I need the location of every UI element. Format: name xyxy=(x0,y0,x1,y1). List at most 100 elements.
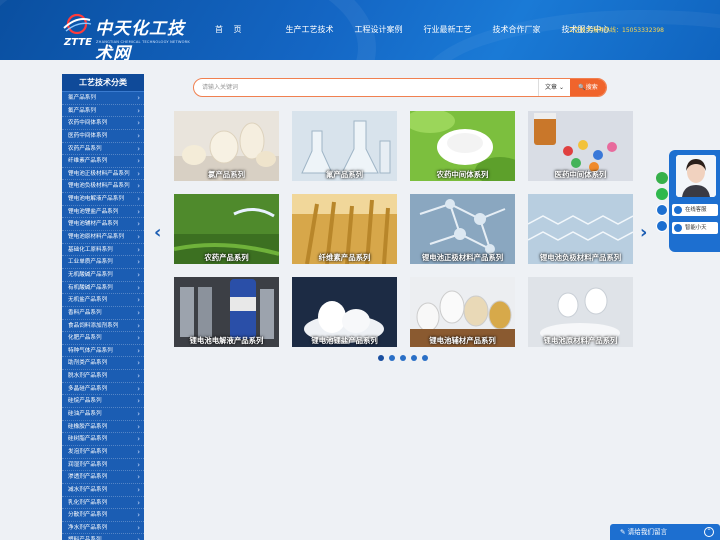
category-sidebar: 工艺技术分类 氯产品系列氟产品系列农药中间体系列医药中间体系列农药产品系列纤维素… xyxy=(62,74,144,540)
carousel-dot[interactable] xyxy=(378,355,384,361)
product-label: 锂电池正极材料产品系列 xyxy=(421,253,504,262)
search-type-select[interactable]: 文章 ⌄ xyxy=(538,79,570,96)
nav-design-cases[interactable]: 工程设计案例 xyxy=(355,24,403,35)
product-label: 氯产品系列 xyxy=(208,170,245,179)
sidebar-category-item[interactable]: 锂电池原材料产品系列 xyxy=(62,231,144,244)
sidebar-category-item[interactable]: 塑料产品系列 xyxy=(62,534,144,540)
sidebar-category-item[interactable]: 香料产品系列 xyxy=(62,307,144,320)
product-label: 医药中间体系列 xyxy=(554,170,607,179)
carousel-dot[interactable] xyxy=(422,355,428,361)
search-icon: 🔍 xyxy=(578,84,586,91)
sidebar-category-item[interactable]: 脱水剂产品系列 xyxy=(62,370,144,383)
qq-icon[interactable] xyxy=(656,220,668,232)
sidebar-category-item[interactable]: 分散剂产品系列 xyxy=(62,509,144,522)
sidebar-category-item[interactable]: 发泡剂产品系列 xyxy=(62,446,144,459)
product-card[interactable]: 锂电池原材料产品系列 xyxy=(528,277,633,347)
sidebar-category-item[interactable]: 化肥产品系列 xyxy=(62,332,144,345)
sidebar-category-item[interactable]: 农药产品系列 xyxy=(62,143,144,156)
logo-title: 中天化工技术网 xyxy=(95,19,185,60)
product-card[interactable]: 农药中间体系列 xyxy=(410,111,515,181)
sidebar-category-item[interactable]: 渗透剂产品系列 xyxy=(62,471,144,484)
main-nav: 首 页 生产工艺技术 工程设计案例 行业最新工艺 技术合作厂家 技术服务中心 xyxy=(205,24,631,35)
sidebar-title: 工艺技术分类 xyxy=(62,74,144,92)
site-logo[interactable]: 中天化工技术网 ZTTE ZHANGTIAN CHEMICAL TECHNOLO… xyxy=(62,10,202,60)
chat-icon[interactable] xyxy=(656,204,668,216)
sidebar-category-item[interactable]: 氟产品系列 xyxy=(62,105,144,118)
sidebar-category-item[interactable]: 锂电池正极材料产品系列 xyxy=(62,168,144,181)
sidebar-category-item[interactable]: 工业单质产品系列 xyxy=(62,256,144,269)
sidebar-category-item[interactable]: 锂电池辅材产品系列 xyxy=(62,218,144,232)
sidebar-category-item[interactable]: 锂电池锂盐产品系列 xyxy=(62,206,144,219)
site-header: 中天化工技术网 ZTTE ZHANGTIAN CHEMICAL TECHNOLO… xyxy=(0,0,720,60)
carousel-dot[interactable] xyxy=(400,355,406,361)
edit-icon: ✎ xyxy=(620,528,626,536)
sidebar-category-item[interactable]: 硅烷产品系列 xyxy=(62,395,144,409)
carousel-dot[interactable] xyxy=(411,355,417,361)
product-label: 氟产品系列 xyxy=(326,170,363,179)
sidebar-category-item[interactable]: 农药中间体系列 xyxy=(62,117,144,130)
sidebar-category-item[interactable]: 特种气体产品系列 xyxy=(62,345,144,358)
carousel-next-icon[interactable]: › xyxy=(640,222,647,243)
product-card[interactable]: 氟产品系列 xyxy=(292,111,397,181)
sidebar-category-item[interactable]: 无机酸碱产品系列 xyxy=(62,269,144,282)
sidebar-category-item[interactable]: 基础化工原料系列 xyxy=(62,244,144,257)
product-card[interactable]: 锂电池电解液产品系列 xyxy=(174,277,279,347)
sidebar-category-item[interactable]: 助剂类产品系列 xyxy=(62,357,144,371)
sidebar-category-item[interactable]: 无机盐产品系列 xyxy=(62,294,144,307)
sidebar-category-item[interactable]: 食品饲料添加剂系列 xyxy=(62,320,144,333)
nav-service-center[interactable]: 技术服务中心 xyxy=(562,24,610,35)
sidebar-category-item[interactable]: 硅油产品系列 xyxy=(62,408,144,421)
wechat-icon[interactable] xyxy=(656,172,668,184)
sidebar-category-item[interactable]: 润湿剂产品系列 xyxy=(62,459,144,472)
product-label: 锂电池原材料产品系列 xyxy=(543,336,618,345)
product-card[interactable]: 锂电池辅材产品系列 xyxy=(410,277,515,347)
leave-message-label: 请给我们留言 xyxy=(627,528,668,536)
phone-icon[interactable] xyxy=(656,188,668,200)
product-label: 锂电池负极材料产品系列 xyxy=(539,253,622,262)
product-card[interactable]: 锂电池负极材料产品系列 xyxy=(528,194,633,264)
sidebar-category-item[interactable]: 氯产品系列 xyxy=(62,92,144,105)
sidebar-category-item[interactable]: 锂电池负极材料产品系列 xyxy=(62,180,144,194)
leave-message-bar[interactable]: ✎ 请给我们留言 ⌃ xyxy=(610,524,720,540)
service-hotline: 工艺技术服务热线：15053332398 xyxy=(568,27,664,34)
nav-home[interactable]: 首 页 xyxy=(215,24,246,35)
carousel-prev-icon[interactable]: ‹ xyxy=(154,222,161,243)
robot-icon xyxy=(674,224,682,232)
product-card[interactable]: 锂电池锂盐产品系列 xyxy=(292,277,397,347)
search-button-label: 搜索 xyxy=(585,84,598,91)
carousel-dot[interactable] xyxy=(389,355,395,361)
sidebar-category-item[interactable]: 硅树脂产品系列 xyxy=(62,433,144,446)
chevron-up-icon[interactable]: ⌃ xyxy=(704,527,714,537)
sidebar-category-item[interactable]: 多晶硅产品系列 xyxy=(62,383,144,396)
online-service-button[interactable]: 在线客服 xyxy=(672,204,718,216)
search-bar: 文章 ⌄ 🔍搜索 xyxy=(193,78,607,97)
sidebar-category-item[interactable]: 纤维素产品系列 xyxy=(62,155,144,168)
search-button[interactable]: 🔍搜索 xyxy=(570,79,606,96)
product-card[interactable]: 医药中间体系列 xyxy=(528,111,633,181)
sidebar-category-item[interactable]: 硅橡胶产品系列 xyxy=(62,421,144,434)
smart-assistant-label: 智能小天 xyxy=(685,225,707,231)
product-card[interactable]: 氯产品系列 xyxy=(174,111,279,181)
product-card[interactable]: 纤维素产品系列 xyxy=(292,194,397,264)
sidebar-category-item[interactable]: 净水剂产品系列 xyxy=(62,522,144,535)
search-input[interactable] xyxy=(194,79,538,96)
smart-assistant-button[interactable]: 智能小天 xyxy=(672,222,718,234)
sidebar-category-item[interactable]: 乳化剂产品系列 xyxy=(62,497,144,510)
sidebar-category-item[interactable]: 减水剂产品系列 xyxy=(62,484,144,497)
nav-process-tech[interactable]: 生产工艺技术 xyxy=(286,24,334,35)
online-service-label: 在线客服 xyxy=(685,207,707,213)
agent-photo-icon xyxy=(676,155,716,197)
product-card[interactable]: 锂电池正极材料产品系列 xyxy=(410,194,515,264)
headset-icon xyxy=(674,206,682,214)
service-avatar xyxy=(676,155,716,197)
product-label: 农药产品系列 xyxy=(204,253,249,262)
sidebar-category-item[interactable]: 锂电池电解液产品系列 xyxy=(62,193,144,206)
logo-globe-icon xyxy=(63,13,92,35)
product-card[interactable]: 农药产品系列 xyxy=(174,194,279,264)
sidebar-category-item[interactable]: 医药中间体系列 xyxy=(62,130,144,143)
logo-subtitle: ZHANGTIAN CHEMICAL TECHNOLOGY NETWORK xyxy=(96,40,190,44)
nav-latest-process[interactable]: 行业最新工艺 xyxy=(424,24,472,35)
carousel-pagination xyxy=(378,355,433,361)
nav-partners[interactable]: 技术合作厂家 xyxy=(493,24,541,35)
sidebar-category-item[interactable]: 有机酸碱产品系列 xyxy=(62,282,144,295)
